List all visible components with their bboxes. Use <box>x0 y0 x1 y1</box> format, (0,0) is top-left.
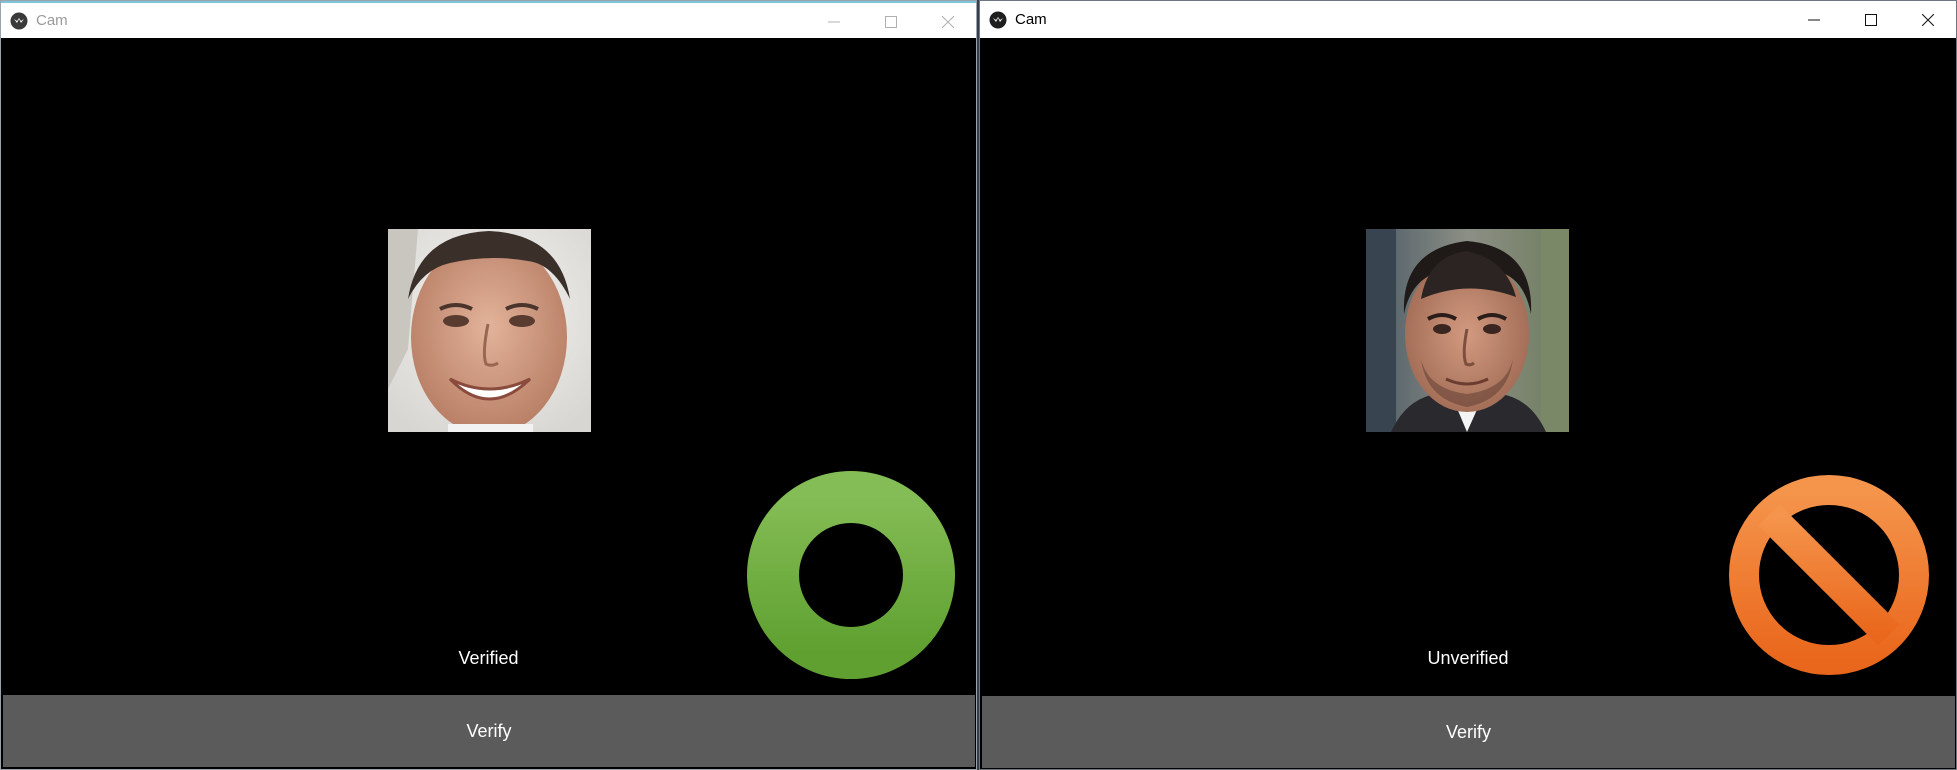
close-button[interactable] <box>919 3 976 40</box>
close-icon <box>1921 13 1934 26</box>
camera-view: Verified Verify <box>1 38 976 769</box>
maximize-icon <box>1864 13 1877 26</box>
window-controls <box>805 3 976 40</box>
minimize-button[interactable] <box>1785 1 1842 38</box>
camera-view: Unverified Verify <box>980 38 1956 769</box>
minimize-icon <box>827 21 840 22</box>
verify-button[interactable]: Verify <box>3 695 975 767</box>
verify-button[interactable]: Verify <box>982 696 1955 768</box>
verification-face-image <box>1366 229 1569 432</box>
close-icon <box>941 15 954 28</box>
close-button[interactable] <box>1899 1 1956 38</box>
ring-icon <box>747 471 955 679</box>
cam-window-unverified: Cam Unverified Verify <box>979 0 1957 770</box>
maximize-button[interactable] <box>1842 1 1899 38</box>
maximize-button[interactable] <box>862 3 919 40</box>
cam-window-verified: Cam Verified Verify <box>0 0 977 770</box>
kivy-logo-icon <box>989 11 1007 29</box>
prohibited-icon <box>1725 471 1933 679</box>
window-title: Cam <box>36 12 68 29</box>
verification-face-image <box>388 229 591 432</box>
maximize-icon <box>884 15 897 28</box>
minimize-button[interactable] <box>805 3 862 40</box>
window-controls <box>1785 1 1956 38</box>
title-bar[interactable]: Cam <box>980 1 1956 38</box>
title-bar[interactable]: Cam <box>1 1 976 38</box>
minimize-icon <box>1807 19 1820 20</box>
kivy-logo-icon <box>10 12 28 30</box>
window-title: Cam <box>1015 11 1047 28</box>
